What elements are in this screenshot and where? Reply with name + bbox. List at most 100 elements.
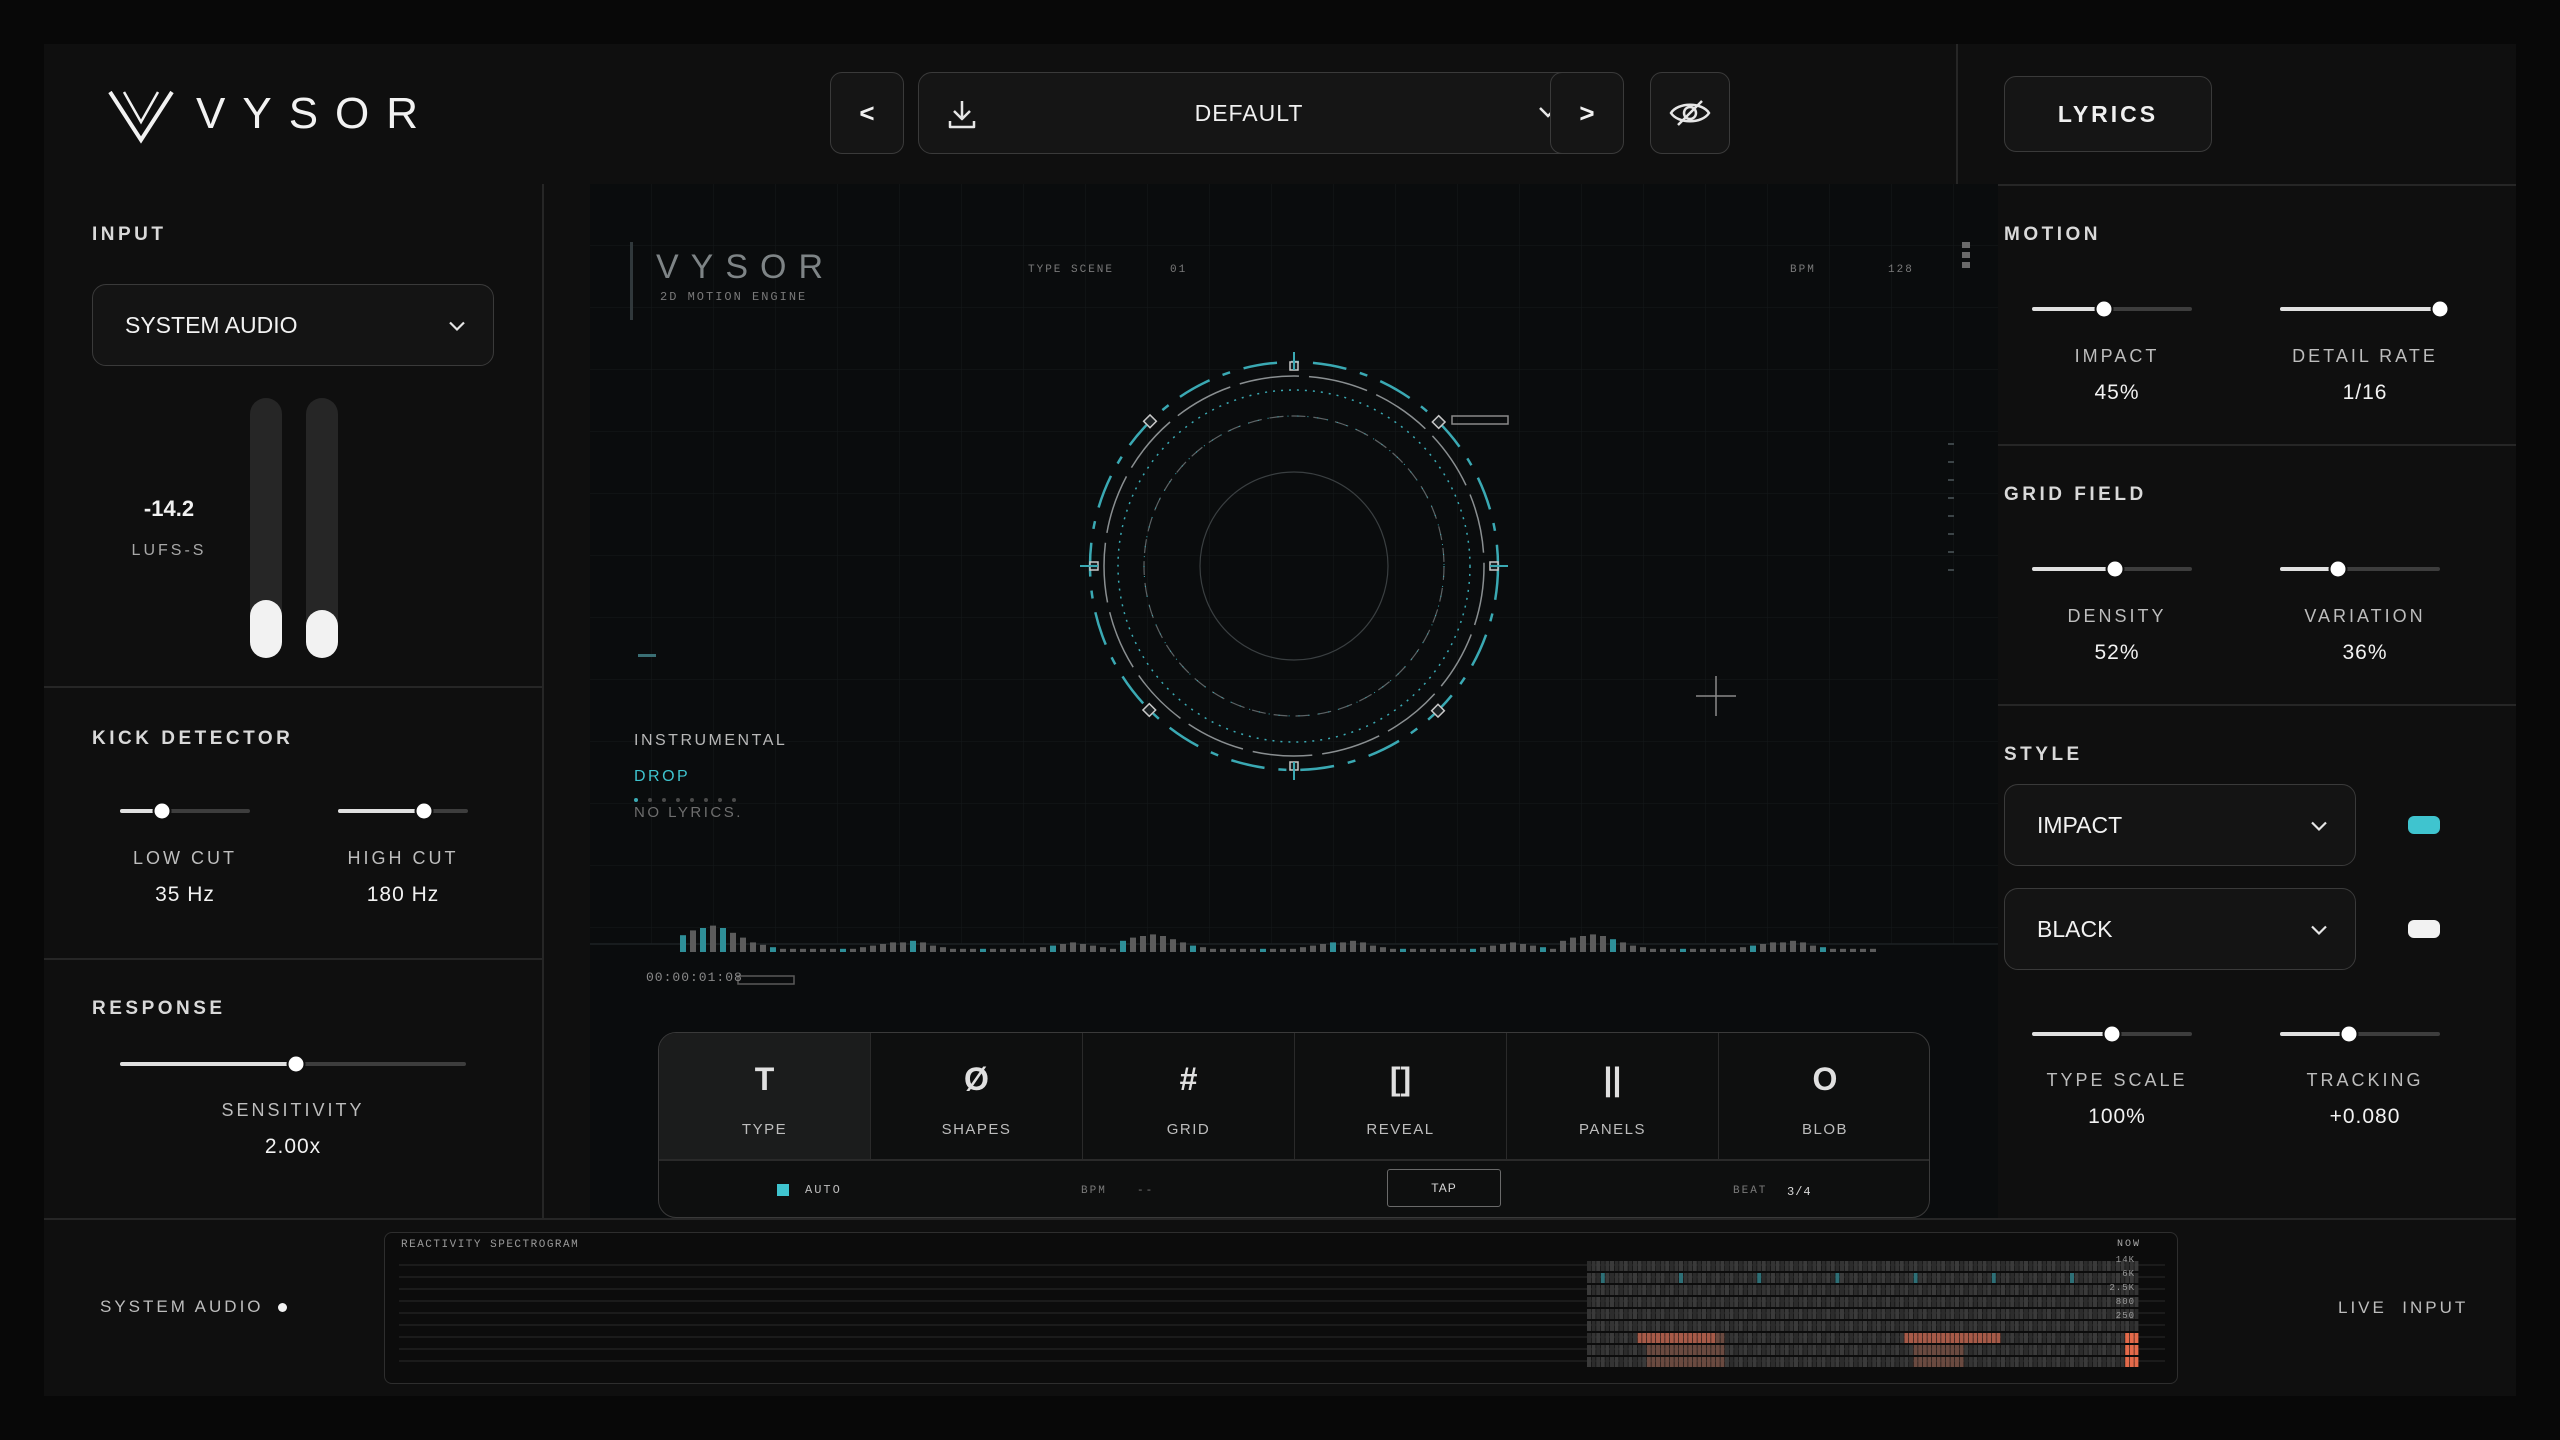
spectrogram-cell [1665, 1261, 1670, 1271]
preset-selector[interactable]: DEFAULT [918, 72, 1580, 154]
waveform-bar [930, 945, 936, 952]
mode-blob[interactable]: O BLOB [1719, 1033, 1929, 1159]
detail-rate-knob[interactable] [2432, 301, 2448, 317]
spectrogram-cell [1669, 1261, 1674, 1271]
spectrogram-now-label: NOW [2116, 1239, 2141, 1250]
font-select[interactable]: IMPACT [2004, 784, 2356, 866]
spectrogram-cell [1600, 1345, 1605, 1355]
high-cut-knob[interactable] [416, 803, 432, 819]
spectrogram-cell [2060, 1273, 2065, 1283]
sensitivity-knob[interactable] [288, 1056, 304, 1072]
spectrogram-cell [2079, 1333, 2084, 1343]
spectrogram-cell [1918, 1345, 1923, 1355]
density-knob[interactable] [2107, 561, 2123, 577]
spectrogram-cell [1844, 1297, 1849, 1307]
spectrogram-cell [2120, 1333, 2125, 1343]
spectrogram-cell [2042, 1297, 2047, 1307]
level-meter-left [250, 398, 282, 658]
spectrogram-cell [2014, 1309, 2019, 1319]
spectrogram-cell [1766, 1273, 1771, 1283]
low-cut-knob[interactable] [154, 803, 170, 819]
hide-overlay-button[interactable] [1650, 72, 1730, 154]
low-cut-slider[interactable] [120, 803, 250, 819]
spectrogram-cell [1743, 1333, 1748, 1343]
spectrogram-cell [1950, 1309, 1955, 1319]
next-preset-button[interactable]: > [1550, 72, 1624, 154]
type-scale-knob[interactable] [2104, 1026, 2120, 1042]
meter-handle-right[interactable] [306, 610, 338, 658]
waveform-bar [1740, 947, 1746, 952]
spectrogram-cell [2028, 1309, 2033, 1319]
spectrogram-cell [1867, 1297, 1872, 1307]
detail-rate-slider[interactable] [2280, 301, 2448, 317]
spectrogram-cell [2070, 1297, 2074, 1307]
tracking-slider[interactable] [2280, 1026, 2440, 1042]
mode-panels[interactable]: || PANELS [1507, 1033, 1719, 1159]
spectrogram-cell [2042, 1285, 2047, 1295]
spectrogram-cell [1775, 1285, 1780, 1295]
waveform-bar [1670, 948, 1676, 952]
lyrics-button[interactable]: LYRICS [2004, 76, 2212, 152]
spectrogram-cell [2074, 1333, 2079, 1343]
spectrogram-cell [2051, 1333, 2056, 1343]
mode-shapes[interactable]: Ø SHAPES [871, 1033, 1083, 1159]
color-select[interactable]: BLACK [2004, 888, 2356, 970]
spectrogram-cell [1826, 1273, 1831, 1283]
prev-preset-button[interactable]: < [830, 72, 904, 154]
tap-button[interactable]: TAP [1387, 1169, 1501, 1207]
spectrogram-cell [1587, 1273, 1591, 1283]
spectrogram-cell [1614, 1321, 1619, 1331]
mode-grid[interactable]: # GRID [1083, 1033, 1295, 1159]
spectrogram-cell [1803, 1357, 1808, 1367]
waveform-bar [1440, 948, 1446, 952]
spectrogram-cell [1789, 1357, 1794, 1367]
spectrogram-cell [1886, 1273, 1890, 1283]
spectrogram-cell [1895, 1261, 1900, 1271]
sensitivity-slider[interactable] [120, 1056, 466, 1072]
variation-knob[interactable] [2330, 561, 2346, 577]
spectrogram-cell [1738, 1357, 1743, 1367]
impact-slider[interactable] [2032, 301, 2192, 317]
mode-type[interactable]: T TYPE [659, 1033, 871, 1159]
spectrogram-cell [2120, 1357, 2125, 1367]
mode-reveal[interactable]: [] REVEAL [1295, 1033, 1507, 1159]
spectrogram-cell [1628, 1297, 1633, 1307]
spectrogram-cell [1858, 1297, 1863, 1307]
input-source-select[interactable]: SYSTEM AUDIO [92, 284, 494, 366]
spectrogram-cell [2102, 1357, 2107, 1367]
tracking-knob[interactable] [2341, 1026, 2357, 1042]
spectrogram-cell [1945, 1345, 1950, 1355]
spectrogram-cell [1807, 1261, 1812, 1271]
spectrogram-cell [1697, 1285, 1702, 1295]
spectrogram-cell [1936, 1297, 1941, 1307]
meter-handle-left[interactable] [250, 600, 282, 658]
spectrogram-cell [1867, 1333, 1872, 1343]
impact-knob[interactable] [2096, 301, 2112, 317]
spectrogram-cell [1683, 1321, 1688, 1331]
spectrogram-cell [2010, 1333, 2015, 1343]
spectrogram-cell [1669, 1309, 1674, 1319]
spectrogram-cell [1895, 1321, 1900, 1331]
waveform-bar [1580, 936, 1586, 952]
waveform-bar [1600, 936, 1606, 952]
spectrogram-cell [1872, 1321, 1877, 1331]
auto-toggle[interactable]: AUTO [777, 1183, 842, 1197]
high-cut-slider[interactable] [338, 803, 468, 819]
spectrogram-cell [2134, 1321, 2139, 1331]
spectrogram-cell [2033, 1321, 2038, 1331]
spectrogram-cell [1830, 1285, 1835, 1295]
spectrogram-cell [1702, 1261, 1706, 1271]
waveform-bar [1850, 948, 1856, 952]
text-color-swatch[interactable] [2408, 920, 2440, 938]
type-scale-slider[interactable] [2032, 1026, 2192, 1042]
accent-color-swatch[interactable] [2408, 816, 2440, 834]
spectrogram-cell [1623, 1261, 1628, 1271]
variation-slider[interactable] [2280, 561, 2440, 577]
grid-field-title: GRID FIELD [2004, 484, 2147, 505]
download-icon[interactable] [945, 97, 979, 136]
spectrogram-cell [2037, 1321, 2042, 1331]
spectrogram-cell [1738, 1261, 1743, 1271]
density-slider[interactable] [2032, 561, 2192, 577]
spectrogram-cell [1619, 1357, 1624, 1367]
spectrogram-cell [1711, 1345, 1716, 1355]
